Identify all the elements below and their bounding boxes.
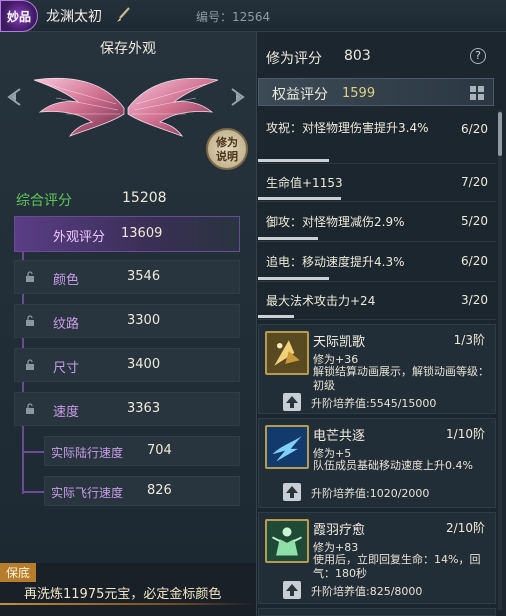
skill-description: 解锁结算动画展示，解锁动画等级：初级 [313, 365, 489, 392]
skill-description: 使用后，立即回复生命：14%，回气：180秒 [313, 553, 481, 580]
save-appearance-button[interactable]: 保存外观 [0, 38, 256, 58]
upgrade-arrow-icon[interactable] [283, 483, 301, 501]
stat-text: 最大法术攻击力+24 [266, 294, 376, 308]
skill-upgrade-progress: 升阶培养值:5545/15000 [311, 397, 437, 410]
stat-progress: 3/20 [461, 293, 488, 307]
skill-card-partial[interactable] [258, 608, 496, 616]
attribute-row-size[interactable]: 尺寸 3400 [14, 348, 240, 382]
stat-progress: 7/20 [461, 175, 488, 189]
grid-icon[interactable] [470, 86, 484, 100]
stat-progress-bar [258, 277, 330, 280]
scrollbar-track[interactable] [498, 110, 502, 610]
sub-speed-row-flight: 实际飞行速度 826 [44, 476, 240, 506]
attribute-value: 3300 [127, 313, 161, 328]
rename-brush-icon[interactable] [114, 6, 132, 24]
equity-score-value: 1599 [342, 86, 376, 101]
appearance-score-value: 13609 [121, 226, 163, 241]
skill-upgrade-progress: 升阶培养值:825/8000 [311, 585, 423, 598]
attribute-label: 速度 [53, 405, 80, 420]
stat-progress-bar [258, 159, 330, 162]
attribute-value: 3363 [127, 401, 161, 416]
sub-speed-label: 实际陆行速度 [51, 446, 124, 460]
skill-level: 1/10阶 [446, 427, 485, 441]
skill-card[interactable]: 电芒共逐 1/10阶 修为+5 队伍成员基础移动速度上升0.4% 升阶培养值:1… [258, 418, 496, 508]
cultivation-score-value: 803 [344, 48, 371, 64]
green-figure-icon [265, 519, 309, 563]
next-arrow-icon[interactable] [226, 86, 248, 108]
attribute-label: 颜色 [53, 273, 80, 288]
stat-row: 生命值+1153 7/20 [258, 168, 496, 202]
skill-card[interactable]: 霞羽疗愈 2/10阶 修为+83 使用后，立即回复生命：14%，回气：180秒 … [258, 512, 496, 604]
stat-progress-bar [258, 315, 294, 318]
attribute-value: 3400 [127, 357, 161, 372]
tree-branch [22, 491, 44, 493]
attribute-value: 3546 [127, 269, 161, 284]
sub-speed-value: 704 [147, 443, 172, 458]
help-label: 修为 说明 [216, 136, 238, 163]
upgrade-arrow-icon[interactable] [283, 581, 301, 599]
skill-level: 1/3阶 [453, 333, 485, 347]
skill-name: 天际凯歌 [313, 335, 366, 350]
stat-row: 攻祝：对怪物理伤害提升3.4% 6/20 [258, 116, 496, 164]
guarantee-text: 再洗炼11975元宝，必定金标颜色 [24, 587, 222, 602]
cultivation-help-button[interactable]: 修为 说明 [206, 128, 248, 170]
skill-name: 电芒共逐 [313, 429, 366, 444]
sub-speed-label: 实际飞行速度 [51, 486, 124, 500]
upgrade-arrow-icon[interactable] [283, 393, 301, 411]
attribute-label: 纹路 [53, 317, 80, 332]
stat-progress: 6/20 [461, 122, 488, 136]
lock-icon [26, 315, 34, 326]
wings-preview-image [33, 77, 219, 137]
stat-text: 追电：移动速度提升4.3% [266, 255, 405, 269]
cultivation-score-label: 修为评分 [266, 51, 322, 67]
lock-icon [26, 359, 34, 370]
blue-lightning-icon [265, 425, 309, 469]
sub-speed-row-ground: 实际陆行速度 704 [44, 436, 240, 466]
total-score-label: 综合评分 [16, 193, 72, 209]
attribute-row-color[interactable]: 颜色 3546 [14, 260, 240, 294]
skill-name: 霞羽疗愈 [313, 523, 366, 538]
question-icon[interactable]: ? [470, 48, 486, 64]
lock-icon [26, 271, 34, 282]
stat-row: 追电：移动速度提升4.3% 6/20 [258, 246, 496, 282]
attribute-row-pattern[interactable]: 纹路 3300 [14, 304, 240, 338]
skill-description: 队伍成员基础移动速度上升0.4% [313, 459, 473, 472]
appearance-score-row[interactable]: 外观评分 13609 [14, 216, 240, 252]
skill-card[interactable]: 天际凯歌 1/3阶 修为+36 解锁结算动画展示，解锁动画等级：初级 升阶培养值… [258, 324, 496, 414]
sub-speed-value: 826 [147, 483, 172, 498]
attribute-label: 尺寸 [53, 361, 80, 376]
stat-progress: 6/20 [461, 254, 488, 268]
appearance-score-label: 外观评分 [53, 230, 106, 245]
scrollbar-thumb[interactable] [498, 112, 502, 156]
stat-progress-bar [258, 237, 318, 240]
stat-text: 生命值+1153 [266, 176, 343, 190]
stat-text: 御攻：对怪物理减伤2.9% [266, 215, 405, 229]
gold-sparkle-icon [265, 331, 309, 375]
stat-row: 御攻：对怪物理减伤2.9% 5/20 [258, 206, 496, 242]
skill-upgrade-progress: 升阶培养值:1020/2000 [311, 487, 430, 500]
guarantee-tag: 保底 [0, 563, 37, 582]
total-score-value: 15208 [122, 190, 167, 206]
rank-badge: 妙品 [0, 0, 38, 32]
prev-arrow-icon[interactable] [4, 86, 26, 108]
id-label: 编号：12564 [196, 10, 271, 24]
character-name: 龙渊太初 [46, 9, 102, 25]
equity-score-label: 权益评分 [272, 87, 328, 103]
skill-level: 2/10阶 [446, 521, 485, 535]
guarantee-ornament [0, 603, 256, 605]
stat-progress: 5/20 [461, 214, 488, 228]
stat-progress-bar [258, 197, 342, 200]
attribute-row-speed[interactable]: 速度 3363 [14, 392, 240, 426]
stat-row: 最大法术攻击力+24 3/20 [258, 286, 496, 320]
lock-icon [26, 403, 34, 414]
stat-text: 攻祝：对怪物理伤害提升3.4% [266, 121, 429, 135]
tree-branch [22, 451, 44, 453]
